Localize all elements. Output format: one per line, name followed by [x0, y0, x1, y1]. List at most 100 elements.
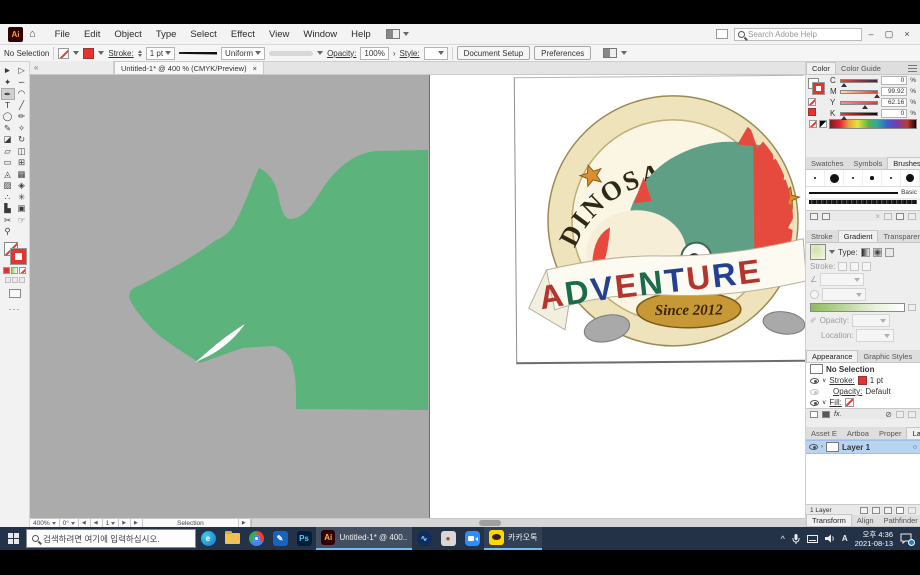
- draw-normal-icon[interactable]: [5, 277, 11, 283]
- selection-tool-icon[interactable]: ►: [1, 65, 15, 77]
- gradient-angle-field[interactable]: [820, 273, 864, 286]
- tab-gradient[interactable]: Gradient: [838, 230, 879, 242]
- color-last-swatch-icon[interactable]: [808, 108, 816, 116]
- home-icon[interactable]: ⌂: [29, 28, 36, 40]
- edge-taskbar-icon[interactable]: e: [196, 527, 220, 550]
- stroke-proxy-red-icon[interactable]: [11, 249, 26, 264]
- duplicate-item-icon[interactable]: [896, 411, 904, 418]
- tab-transform[interactable]: Transform: [806, 514, 852, 526]
- align-options-icon[interactable]: [603, 48, 617, 58]
- arrange-documents-icon[interactable]: [386, 29, 400, 39]
- panel-collapse-icon[interactable]: «: [30, 61, 114, 74]
- opacity-more-icon[interactable]: ›: [393, 49, 396, 58]
- taskbar-search-input[interactable]: 검색하려면 여기에 입력하십시오.: [26, 529, 196, 548]
- photoshop-taskbar-icon[interactable]: Ps: [292, 527, 316, 550]
- taskbar-clock[interactable]: 오후 4:36 2021-08-13: [855, 530, 893, 548]
- brush-basic-row[interactable]: Basic: [806, 187, 920, 198]
- layer-name[interactable]: Layer 1: [842, 443, 870, 452]
- style-select[interactable]: [424, 47, 448, 60]
- menu-help[interactable]: Help: [344, 29, 378, 40]
- appearance-fill-link[interactable]: Fill:: [829, 398, 841, 407]
- rotate-tool-icon[interactable]: ↻: [15, 134, 29, 146]
- stroke-along-icon[interactable]: [850, 262, 859, 271]
- pencil-tool-icon[interactable]: ✎: [1, 123, 15, 135]
- spectrum-bw-icon[interactable]: [819, 120, 827, 128]
- tab-graphic-styles[interactable]: Graphic Styles: [858, 351, 917, 362]
- traced-dino-head-shape[interactable]: [129, 150, 428, 410]
- yellow-slider-thumb[interactable]: [862, 105, 868, 109]
- type-tool-icon[interactable]: T: [1, 100, 15, 112]
- kakaotalk-taskbar-window[interactable]: 카카오톡: [484, 527, 542, 550]
- placed-logo-image[interactable]: DINOSAUR PARK Si: [514, 75, 805, 364]
- close-button[interactable]: ×: [898, 29, 916, 39]
- menu-object[interactable]: Object: [107, 29, 148, 40]
- shape-builder-tool-icon[interactable]: ⊞: [15, 157, 29, 169]
- yellow-slider[interactable]: [840, 101, 878, 105]
- illustrator-taskbar-window[interactable]: Ai Untitled-1* @ 400...: [316, 527, 412, 550]
- layer-visibility-eye-icon[interactable]: [809, 444, 818, 450]
- aspect-ratio-field[interactable]: [822, 288, 866, 301]
- clear-appearance-icon[interactable]: ⊘: [885, 410, 892, 419]
- delete-layer-icon[interactable]: [908, 507, 916, 514]
- rotation-select[interactable]: 0°: [60, 519, 79, 527]
- microphone-tray-icon[interactable]: [792, 534, 800, 544]
- tab-symbols[interactable]: Symbols: [849, 158, 888, 169]
- linear-gradient-icon[interactable]: [861, 248, 870, 257]
- stroke-weight-stepper[interactable]: [138, 50, 142, 57]
- tab-stroke[interactable]: Stroke: [806, 231, 838, 242]
- zoom-app-taskbar-icon[interactable]: [460, 527, 484, 550]
- brush-item[interactable]: [825, 170, 844, 186]
- new-layer-icon[interactable]: [896, 507, 904, 514]
- scale-tool-icon[interactable]: ▱: [1, 146, 15, 158]
- document-close-icon[interactable]: ×: [253, 64, 257, 73]
- lasso-tool-icon[interactable]: ∽: [15, 77, 29, 89]
- show-hidden-icons-chevron[interactable]: ^: [781, 534, 785, 544]
- brush-item[interactable]: [901, 170, 920, 186]
- appearance-stroke-link[interactable]: Stroke:: [829, 376, 854, 385]
- new-brush-icon[interactable]: [896, 213, 904, 220]
- gradient-location-field[interactable]: [856, 329, 894, 342]
- stroke-caret-icon[interactable]: [98, 51, 104, 55]
- artboard-nav-first-icon[interactable]: ◀: [79, 519, 91, 527]
- yellow-value-field[interactable]: 62.16: [881, 98, 907, 107]
- fill-expand-icon[interactable]: ∨: [822, 399, 826, 406]
- stroke-color-swatch[interactable]: [83, 48, 94, 59]
- spectrum-none-icon[interactable]: [809, 120, 817, 128]
- black-slider[interactable]: [840, 112, 878, 116]
- menu-file[interactable]: File: [48, 29, 77, 40]
- appearance-stroke-swatch[interactable]: [858, 376, 867, 385]
- brush-libraries-icon[interactable]: [810, 213, 818, 220]
- zoom-caret-icon[interactable]: [52, 522, 56, 525]
- tab-asset-export[interactable]: Asset E: [806, 428, 842, 439]
- stroke-expand-icon[interactable]: ∨: [822, 377, 826, 384]
- menu-edit[interactable]: Edit: [77, 29, 107, 40]
- width-tool-icon[interactable]: ◫: [15, 146, 29, 158]
- action-center-icon[interactable]: [900, 533, 912, 544]
- brush-item[interactable]: [882, 170, 901, 186]
- artboard-nav-last-icon[interactable]: ▶: [131, 519, 143, 527]
- gradient-thumbnail[interactable]: [810, 244, 826, 260]
- layer-target-icon[interactable]: ○: [913, 444, 917, 451]
- direct-selection-tool-icon[interactable]: ▷: [15, 65, 29, 77]
- symbol-sprayer-tool-icon[interactable]: ✳: [15, 192, 29, 204]
- make-clipping-mask-icon[interactable]: [860, 507, 868, 514]
- magic-wand-tool-icon[interactable]: ✦: [1, 77, 15, 89]
- opacity-field[interactable]: 100%: [360, 47, 388, 60]
- screen-mode-icon[interactable]: [9, 289, 21, 298]
- zoom-tool-icon[interactable]: ⚲: [1, 226, 15, 238]
- color-none-icon[interactable]: [808, 98, 816, 106]
- tab-brushes[interactable]: Brushes: [887, 157, 920, 169]
- fill-caret-icon[interactable]: [73, 51, 79, 55]
- appearance-fill-none-swatch[interactable]: [845, 398, 854, 407]
- restore-button[interactable]: ▢: [880, 29, 898, 40]
- magenta-slider[interactable]: [840, 90, 878, 94]
- minimize-button[interactable]: –: [862, 29, 880, 39]
- mesh-tool-icon[interactable]: ▦: [15, 169, 29, 181]
- ime-indicator[interactable]: A: [842, 534, 848, 543]
- brush-item[interactable]: [806, 170, 825, 186]
- color-spectrum-bar[interactable]: [829, 119, 917, 129]
- menu-view[interactable]: View: [262, 29, 296, 40]
- color-stroke-proxy-icon[interactable]: [813, 83, 824, 94]
- adobe-help-search-input[interactable]: Search Adobe Help: [734, 28, 862, 41]
- delete-stop-icon[interactable]: [908, 304, 916, 311]
